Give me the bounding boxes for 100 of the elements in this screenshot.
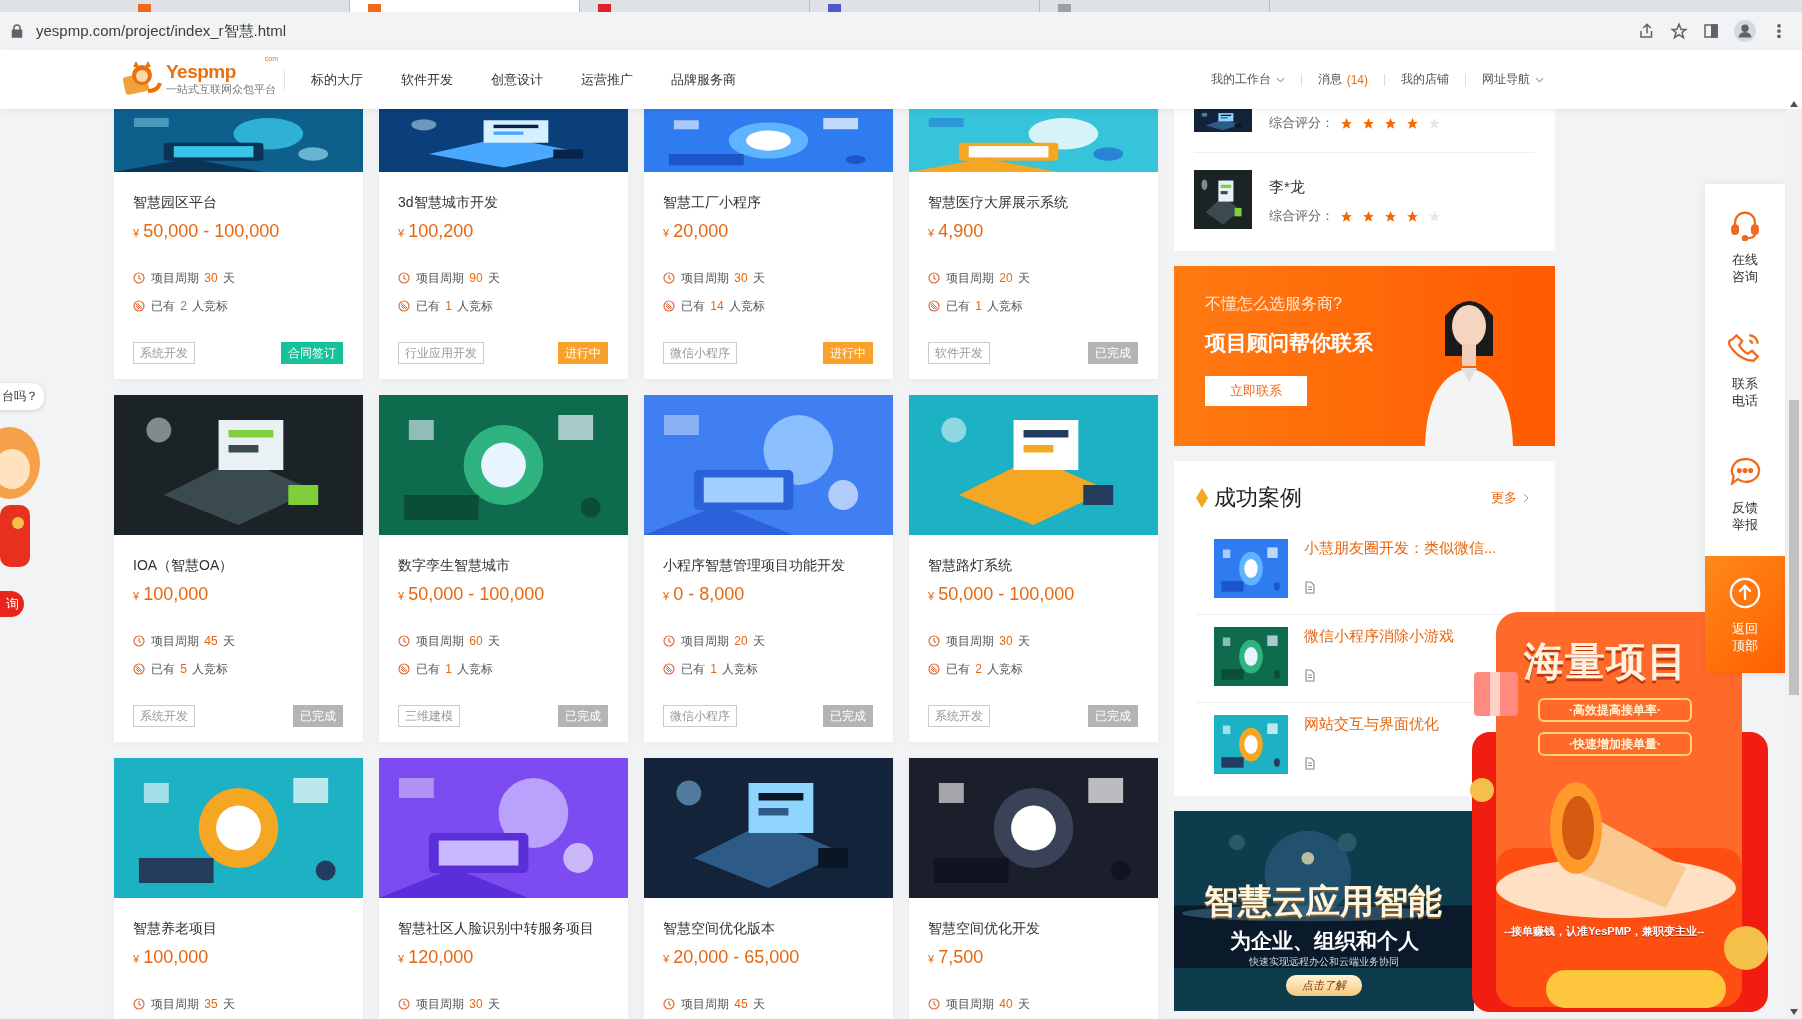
- duration-text: 项目周期 60 天: [416, 632, 501, 650]
- clock-icon: [133, 272, 145, 284]
- toolbar-item[interactable]: 联系电话: [1705, 308, 1785, 432]
- document-icon: [1304, 581, 1316, 594]
- project-price: ¥ 7,500: [928, 946, 985, 969]
- project-title[interactable]: 智慧路灯系统: [928, 555, 1138, 575]
- banner-question: 不懂怎么选服务商?: [1205, 294, 1343, 314]
- bid-icon: [663, 663, 675, 675]
- scrollbar-thumb[interactable]: [1789, 400, 1799, 695]
- nav-link[interactable]: 品牌服务商: [671, 70, 736, 89]
- promo-perk: ·高效提高接单率·: [1538, 698, 1692, 722]
- bidders-text: 已有 2 人竞标: [151, 297, 229, 315]
- project-price: ¥ 100,000: [133, 946, 210, 969]
- project-title[interactable]: 小程序智慧管理项目功能开发: [663, 555, 873, 575]
- project-price: ¥ 100,000: [133, 583, 210, 606]
- document-icon: [1304, 757, 1316, 770]
- project-price: ¥ 100,200: [398, 220, 475, 243]
- star-icon: [1384, 209, 1397, 223]
- bid-icon: [133, 300, 145, 312]
- status-badge: 已完成: [823, 705, 873, 727]
- project-card[interactable]: 3d智慧城市开发 ¥ 100,200 项目周期 90 天 已有 1 人竞标 行业应用开发 进行中: [379, 109, 628, 379]
- star-icon[interactable]: [1670, 22, 1688, 40]
- clock-icon: [928, 998, 940, 1010]
- clock-icon: [133, 998, 145, 1010]
- project-card[interactable]: 智慧养老项目 ¥ 100,000 项目周期 35 天: [114, 758, 363, 1019]
- rating-label: 综合评分：: [1269, 114, 1334, 132]
- star-icon: [1362, 209, 1375, 223]
- gift-icon: [1474, 672, 1518, 716]
- project-title[interactable]: 智慧社区人脸识别中转服务项目: [398, 918, 608, 938]
- profile-icon[interactable]: [1734, 20, 1756, 42]
- duration-text: 项目周期 45 天: [151, 632, 236, 650]
- user-nav-link[interactable]: 我的工作台: [1210, 71, 1285, 88]
- nav-link[interactable]: 运营推广: [581, 70, 633, 89]
- rating-label: 综合评分：: [1269, 207, 1334, 225]
- bidders-text: 已有 1 人竞标: [416, 660, 494, 678]
- star-icon: [1406, 116, 1419, 130]
- project-title[interactable]: 智慧空间优化开发: [928, 918, 1138, 938]
- duration-text: 项目周期 30 天: [946, 632, 1031, 650]
- learn-more-button[interactable]: 点击了解: [1286, 975, 1362, 996]
- status-badge: 已完成: [1088, 342, 1138, 364]
- project-title[interactable]: 3d智慧城市开发: [398, 192, 608, 212]
- project-card[interactable]: 智慧路灯系统 ¥ 50,000 - 100,000 项目周期 30 天 已有 2 人竞标 系统开发 已完成: [909, 395, 1158, 742]
- clock-icon: [398, 635, 410, 647]
- project-card[interactable]: 智慧医疗大屏展示系统 ¥ 4,900 项目周期 20 天 已有 1 人竞标 软件开发 已完成: [909, 109, 1158, 379]
- duration-text: 项目周期 35 天: [151, 995, 236, 1013]
- side-panel-icon[interactable]: [1702, 22, 1720, 40]
- clock-icon: [663, 635, 675, 647]
- star-icon: [1384, 116, 1397, 130]
- duration-text: 项目周期 20 天: [946, 269, 1031, 287]
- consult-badge[interactable]: 询: [0, 591, 24, 617]
- nav-link[interactable]: 创意设计: [491, 70, 543, 89]
- project-card[interactable]: 数字孪生智慧城市 ¥ 50,000 - 100,000 项目周期 60 天 已有 1 人竞标 三维建模 已完成: [379, 395, 628, 742]
- nav-link[interactable]: 标的大厅: [311, 70, 363, 89]
- project-card[interactable]: 智慧工厂小程序 ¥ 20,000 项目周期 30 天 已有 14 人竞标 微信小程序 进行中: [644, 109, 893, 379]
- nav-link[interactable]: 软件开发: [401, 70, 453, 89]
- project-card[interactable]: 智慧空间优化版本 ¥ 20,000 - 65,000 项目周期 45 天: [644, 758, 893, 1019]
- project-card[interactable]: 小程序智慧管理项目功能开发 ¥ 0 - 8,000 项目周期 20 天 已有 1 人竞标 微信小程序 已完成: [644, 395, 893, 742]
- bid-icon: [663, 300, 675, 312]
- project-card[interactable]: IOA（智慧OA） ¥ 100,000 项目周期 45 天 已有 5 人竞标 系统开发 已完成: [114, 395, 363, 742]
- project-title[interactable]: 智慧医疗大屏展示系统: [928, 192, 1138, 212]
- project-title[interactable]: IOA（智慧OA）: [133, 555, 343, 575]
- coin-icon: [1470, 778, 1494, 802]
- provider-name[interactable]: 李*龙: [1269, 178, 1441, 197]
- star-icon: [1340, 116, 1353, 130]
- project-card[interactable]: 智慧空间优化开发 ¥ 7,500 项目周期 40 天: [909, 758, 1158, 1019]
- project-price: ¥ 4,900: [928, 220, 985, 243]
- user-nav-link[interactable]: 消息 (14): [1317, 71, 1368, 88]
- project-price: ¥ 20,000: [663, 220, 730, 243]
- project-title[interactable]: 智慧养老项目: [133, 918, 343, 938]
- banner-headline: 项目顾问帮你联系: [1205, 330, 1374, 356]
- scroll-down-icon[interactable]: [1790, 1009, 1798, 1015]
- toolbar-item[interactable]: 反馈举报: [1705, 432, 1785, 556]
- document-icon: [1304, 669, 1316, 682]
- duration-text: 项目周期 90 天: [416, 269, 501, 287]
- clock-icon: [398, 998, 410, 1010]
- user-nav-link[interactable]: 网址导航: [1482, 71, 1544, 88]
- bid-icon: [928, 300, 940, 312]
- bidders-text: 已有 2 人竞标: [946, 660, 1024, 678]
- project-card[interactable]: 智慧社区人脸识别中转服务项目 ¥ 120,000 项目周期 30 天: [379, 758, 628, 1019]
- status-badge: 进行中: [558, 342, 608, 364]
- project-title[interactable]: 智慧园区平台: [133, 192, 343, 212]
- project-title[interactable]: 数字孪生智慧城市: [398, 555, 608, 575]
- toolbar-item[interactable]: 在线咨询: [1705, 184, 1785, 308]
- clock-icon: [663, 998, 675, 1010]
- project-card[interactable]: 智慧园区平台 ¥ 50,000 - 100,000 项目周期 30 天 已有 2 人竞标 系统开发 合同签订: [114, 109, 363, 379]
- user-nav-link[interactable]: 我的店铺: [1401, 71, 1449, 88]
- bid-icon: [398, 663, 410, 675]
- status-badge: 已完成: [558, 705, 608, 727]
- project-title[interactable]: 智慧空间优化版本: [663, 918, 873, 938]
- clock-icon: [133, 635, 145, 647]
- project-price: ¥ 120,000: [398, 946, 475, 969]
- promo-perk: ·快速增加接单量·: [1538, 732, 1692, 756]
- chat-bubble: 台吗？: [0, 383, 44, 410]
- banner-subhead: 为企业、组织和个人: [1229, 928, 1419, 954]
- duration-text: 项目周期 30 天: [681, 269, 766, 287]
- bid-icon: [928, 663, 940, 675]
- project-title[interactable]: 智慧工厂小程序: [663, 192, 873, 212]
- duration-text: 项目周期 45 天: [681, 995, 766, 1013]
- scroll-up-icon[interactable]: [1790, 101, 1798, 107]
- bidders-text: 已有 1 人竞标: [416, 297, 494, 315]
